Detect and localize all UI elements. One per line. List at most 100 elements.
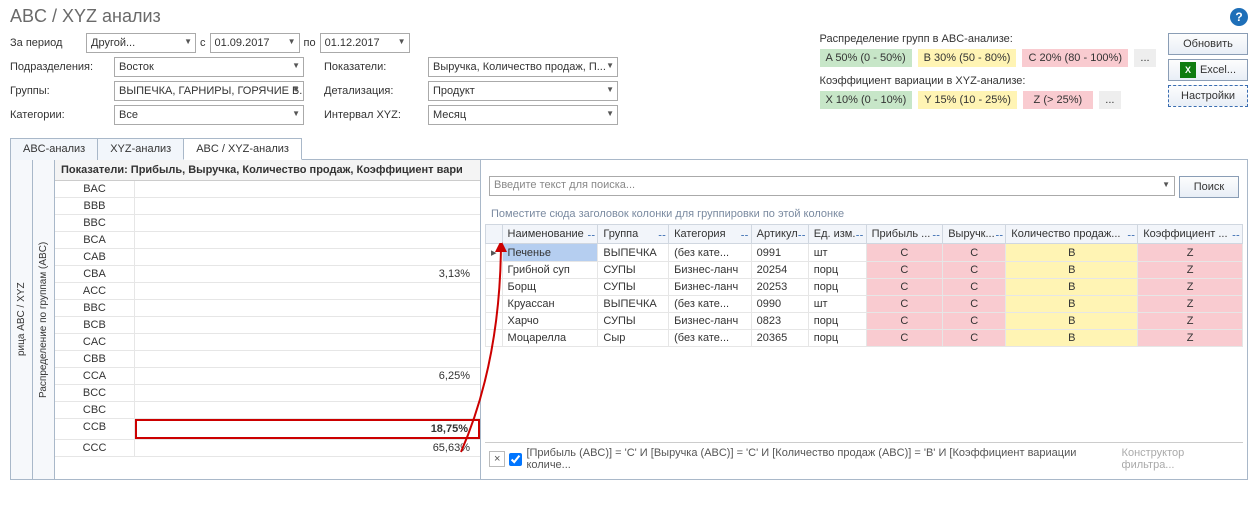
summary-row-CBA[interactable]: CBA3,13% bbox=[55, 266, 480, 283]
cell-name: Харчо bbox=[502, 313, 598, 330]
row-marker-icon bbox=[486, 330, 503, 347]
cell-quantity: B bbox=[1006, 330, 1138, 347]
row-marker-icon bbox=[486, 313, 503, 330]
summary-code: CAC bbox=[55, 334, 135, 350]
table-row[interactable]: МоцареллаСыр(без кате...20365порцCCBZ bbox=[486, 330, 1243, 347]
cell-quantity: B bbox=[1006, 279, 1138, 296]
cell-coefficient: Z bbox=[1138, 330, 1243, 347]
column-header[interactable]: Прибыль ...⚋ bbox=[866, 225, 943, 244]
column-header[interactable]: Количество продаж...⚋ bbox=[1006, 225, 1138, 244]
period-select[interactable]: Другой... bbox=[86, 33, 196, 53]
table-row[interactable]: ▸ПеченьеВЫПЕЧКА(без кате...0991штCCBZ bbox=[486, 244, 1243, 262]
search-input[interactable]: Введите текст для поиска... bbox=[489, 176, 1175, 196]
abc-more-button[interactable]: ... bbox=[1134, 49, 1156, 67]
summary-value: 65,63% bbox=[135, 440, 480, 456]
from-date[interactable]: 01.09.2017 bbox=[210, 33, 300, 53]
filter-icon[interactable]: ⚋ bbox=[932, 228, 940, 239]
division-label: Подразделения: bbox=[10, 61, 110, 73]
categories-select[interactable]: Все bbox=[114, 105, 304, 125]
from-label: с bbox=[200, 37, 206, 49]
cell-category: Бизнес-ланч bbox=[669, 279, 752, 296]
tab-xyz[interactable]: XYZ-анализ bbox=[97, 138, 184, 160]
filter-icon[interactable]: ⚋ bbox=[1127, 228, 1135, 239]
column-header[interactable]: Артикул⚋ bbox=[751, 225, 808, 244]
summary-row-CAC[interactable]: CAC bbox=[55, 334, 480, 351]
filter-close-button[interactable]: × bbox=[489, 451, 505, 467]
summary-row-BAC[interactable]: BAC bbox=[55, 181, 480, 198]
column-header[interactable]: Выручк...⚋ bbox=[943, 225, 1006, 244]
cell-article: 0990 bbox=[751, 296, 808, 313]
tab-abc-xyz[interactable]: ABC / XYZ-анализ bbox=[183, 138, 302, 160]
summary-row-BBB[interactable]: BBB bbox=[55, 198, 480, 215]
column-header[interactable]: Категория⚋ bbox=[669, 225, 752, 244]
table-row[interactable]: БорщСУПЫБизнес-ланч20253порцCCBZ bbox=[486, 279, 1243, 296]
summary-value bbox=[135, 215, 480, 231]
column-header[interactable]: Группа⚋ bbox=[598, 225, 669, 244]
group-by-hint[interactable]: Поместите сюда заголовок колонки для гру… bbox=[485, 204, 1243, 224]
summary-row-BCC[interactable]: BCC bbox=[55, 385, 480, 402]
table-row[interactable]: Грибной супСУПЫБизнес-ланч20254порцCCBZ bbox=[486, 262, 1243, 279]
filter-icon[interactable]: ⚋ bbox=[798, 228, 806, 239]
cell-category: Бизнес-ланч bbox=[669, 313, 752, 330]
data-table: Наименование⚋Группа⚋Категория⚋Артикул⚋Ед… bbox=[485, 224, 1243, 347]
division-select[interactable]: Восток bbox=[114, 57, 304, 77]
summary-row-ACC[interactable]: ACC bbox=[55, 283, 480, 300]
settings-button[interactable]: Настройки bbox=[1168, 85, 1248, 107]
cell-revenue: C bbox=[943, 330, 1006, 347]
summary-code: CCB bbox=[55, 419, 135, 439]
cell-coefficient: Z bbox=[1138, 244, 1243, 262]
summary-row-BBC[interactable]: BBC bbox=[55, 300, 480, 317]
column-header[interactable]: Коэффициент ...⚋ bbox=[1138, 225, 1243, 244]
help-icon[interactable]: ? bbox=[1230, 8, 1248, 26]
refresh-button[interactable]: Обновить bbox=[1168, 33, 1248, 55]
interval-select[interactable]: Месяц bbox=[428, 105, 618, 125]
legend-y: Y 15% (10 - 25%) bbox=[918, 91, 1017, 109]
filter-icon[interactable]: ⚋ bbox=[658, 228, 666, 239]
cell-revenue: C bbox=[943, 244, 1006, 262]
cell-quantity: B bbox=[1006, 244, 1138, 262]
legend-x: X 10% (0 - 10%) bbox=[820, 91, 913, 109]
search-button[interactable]: Поиск bbox=[1179, 176, 1239, 198]
filter-builder-link[interactable]: Конструктор фильтра... bbox=[1122, 447, 1239, 471]
filter-checkbox[interactable] bbox=[509, 453, 522, 466]
filter-icon[interactable]: ⚋ bbox=[856, 228, 864, 239]
detail-select[interactable]: Продукт bbox=[428, 81, 618, 101]
summary-row-CCB[interactable]: CCB18,75% bbox=[55, 419, 480, 440]
cell-quantity: B bbox=[1006, 313, 1138, 330]
table-row[interactable]: ХарчоСУПЫБизнес-ланч0823порцCCBZ bbox=[486, 313, 1243, 330]
groups-select[interactable]: ВЫПЕЧКА, ГАРНИРЫ, ГОРЯЧИЕ Б... bbox=[114, 81, 304, 101]
xyz-more-button[interactable]: ... bbox=[1099, 91, 1121, 109]
legend-z: Z (> 25%) bbox=[1023, 91, 1093, 109]
vtab-matrix[interactable]: рица ABC / XYZ bbox=[11, 160, 33, 479]
summary-value: 6,25% bbox=[135, 368, 480, 384]
filter-icon[interactable]: ⚋ bbox=[995, 228, 1003, 239]
summary-row-CAB[interactable]: CAB bbox=[55, 249, 480, 266]
summary-row-CBC[interactable]: CBC bbox=[55, 402, 480, 419]
column-header[interactable]: Наименование⚋ bbox=[502, 225, 598, 244]
summary-row-BCA[interactable]: BCA bbox=[55, 232, 480, 249]
groups-label: Группы: bbox=[10, 85, 110, 97]
summary-row-BBC[interactable]: BBC bbox=[55, 215, 480, 232]
cell-category: (без кате... bbox=[669, 296, 752, 313]
excel-button[interactable]: XExcel... bbox=[1168, 59, 1248, 81]
summary-row-BCB[interactable]: BCB bbox=[55, 317, 480, 334]
cell-revenue: C bbox=[943, 296, 1006, 313]
tab-abc[interactable]: ABC-анализ bbox=[10, 138, 98, 160]
cell-category: Бизнес-ланч bbox=[669, 262, 752, 279]
filter-icon[interactable]: ⚋ bbox=[587, 228, 595, 239]
summary-row-CBB[interactable]: CBB bbox=[55, 351, 480, 368]
vtab-distribution[interactable]: Распределение по группам (ABC) bbox=[33, 160, 55, 479]
summary-code: CCC bbox=[55, 440, 135, 456]
cell-profit: C bbox=[866, 296, 943, 313]
summary-code: BBC bbox=[55, 300, 135, 316]
metrics-select[interactable]: Выручка, Количество продаж, П... bbox=[428, 57, 618, 77]
table-row[interactable]: КруассанВЫПЕЧКА(без кате...0990штCCBZ bbox=[486, 296, 1243, 313]
summary-row-CCA[interactable]: CCA6,25% bbox=[55, 368, 480, 385]
summary-row-CCC[interactable]: CCC65,63% bbox=[55, 440, 480, 457]
filter-icon[interactable]: ⚋ bbox=[741, 228, 749, 239]
column-header[interactable]: Ед. изм.⚋ bbox=[808, 225, 866, 244]
filter-icon[interactable]: ⚋ bbox=[1232, 228, 1240, 239]
to-date[interactable]: 01.12.2017 bbox=[320, 33, 410, 53]
row-marker-icon bbox=[486, 279, 503, 296]
cell-article: 20253 bbox=[751, 279, 808, 296]
